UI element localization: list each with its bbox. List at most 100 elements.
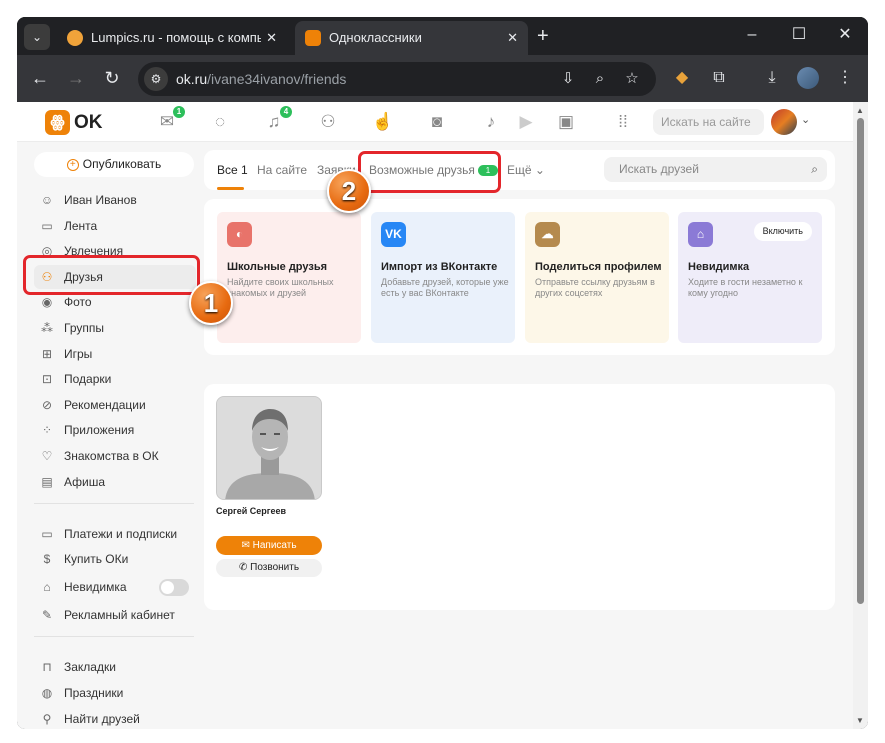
friends-list: Сергей Сергеев ✉ Написать ✆ Позвонить	[204, 384, 835, 610]
bookmark-star-icon[interactable]: ☆	[623, 70, 641, 88]
install-app-icon[interactable]: ⇩	[559, 70, 577, 88]
extensions-puzzle-icon[interactable]: ⧉	[708, 67, 730, 89]
person-icon: ☺	[40, 193, 54, 207]
tab-search-button[interactable]: ⌄	[24, 24, 50, 50]
step-marker-1: 1	[189, 281, 233, 325]
discussions-icon[interactable]: ◌	[208, 110, 232, 134]
music-icon[interactable]: ♪	[479, 110, 503, 134]
site-info-icon[interactable]: ⚙	[144, 67, 168, 91]
sidebar-item-groups[interactable]: ⁂ Группы	[34, 316, 196, 340]
chevron-down-icon[interactable]: ⌄	[801, 113, 810, 126]
promo-card-invisible[interactable]: ⌂ Включить Невидимка Ходите в гости неза…	[678, 212, 822, 343]
sidebar-item-apps[interactable]: ⁘ Приложения	[34, 418, 196, 442]
sidebar-item-label: Найти друзей	[64, 712, 140, 726]
new-tab-button[interactable]: +	[537, 22, 549, 50]
sidebar-item-label: Праздники	[64, 686, 124, 700]
tab-title: Lumpics.ru - помощь с компьютером	[91, 30, 261, 45]
sidebar-item-label: Невидимка	[64, 580, 127, 594]
notifications-badge: 4	[280, 106, 292, 118]
sidebar-item-payments[interactable]: ▭ Платежи и подписки	[34, 522, 196, 546]
extension-fox-icon[interactable]: ◆	[671, 67, 693, 89]
search-icon: ⌕	[811, 162, 818, 176]
dating-icon: ♡	[41, 449, 53, 463]
ok-logo-text[interactable]: OK	[74, 110, 103, 135]
sidebar-item-dating[interactable]: ♡ Знакомства в ОК	[34, 444, 196, 468]
sidebar-item-feed[interactable]: ▭ Лента	[34, 214, 196, 238]
back-icon[interactable]: ←	[29, 67, 51, 89]
sidebar-item-invisible[interactable]: ⌂ Невидимка	[34, 575, 196, 599]
promo-title: Невидимка	[688, 261, 750, 273]
sidebar-item-afisha[interactable]: ▤ Афиша	[34, 470, 196, 494]
promo-card-vk[interactable]: VK Импорт из ВКонтакте Добавьте друзей, …	[371, 212, 515, 343]
promo-card-school[interactable]: ◐ Школьные друзья Найдите своих школьных…	[217, 212, 361, 343]
sidebar-item-label: Группы	[64, 321, 104, 335]
plus-icon: +	[66, 158, 79, 171]
sidebar-item-gifts[interactable]: ⊡ Подарки	[34, 367, 196, 391]
messages-badge: 1	[173, 106, 185, 118]
feed-icon: ▭	[41, 219, 53, 233]
likes-icon[interactable]: ☝	[371, 110, 395, 134]
tab-title: Одноклассники	[329, 30, 422, 45]
tab-lumpics[interactable]: Lumpics.ru - помощь с компьютером ✕	[57, 21, 287, 55]
sidebar-item-recommendations[interactable]: ⊘ Рекомендации	[34, 393, 196, 417]
address-bar[interactable]: ⚙ ok.ru/ivane34ivanov/friends ⇩ ⌕ ☆	[138, 62, 656, 96]
sidebar-item-profile[interactable]: ☺ Иван Иванов	[34, 188, 196, 212]
friend-name[interactable]: Сергей Сергеев	[216, 506, 286, 516]
call-button[interactable]: ✆ Позвонить	[216, 559, 322, 577]
tab-strip: ⌄ Lumpics.ru - помощь с компьютером ✕ Од…	[17, 17, 868, 55]
tab-odnoklassniki[interactable]: Одноклассники ✕	[295, 21, 528, 55]
url-text[interactable]: ok.ru/ivane34ivanov/friends	[176, 62, 346, 96]
sidebar-item-holidays[interactable]: ◍ Праздники	[34, 681, 196, 705]
forward-icon[interactable]: →	[65, 67, 87, 89]
ok-logo-icon[interactable]: ꙮ	[45, 110, 70, 135]
scroll-down-icon[interactable]: ▼	[856, 716, 864, 725]
live-video-icon[interactable]: ▶	[514, 110, 538, 134]
share-icon: ☁	[535, 222, 560, 247]
friends-search-input[interactable]: Искать друзей ⌕	[604, 157, 827, 182]
user-avatar[interactable]	[771, 109, 797, 135]
sidebar-divider	[34, 503, 194, 504]
sidebar-item-buy-oki[interactable]: $ Купить ОКи	[34, 547, 196, 571]
invisible-toggle[interactable]	[159, 579, 189, 596]
tab-all[interactable]: Все 1	[217, 150, 248, 190]
downloads-icon[interactable]: ⤓	[761, 67, 783, 89]
tab-close-icon[interactable]: ✕	[266, 21, 277, 55]
promo-card-share[interactable]: ☁ Поделиться профилем Отправьте ссылку д…	[525, 212, 669, 343]
tab-close-icon[interactable]: ✕	[507, 21, 518, 55]
zoom-icon[interactable]: ⌕	[591, 70, 609, 88]
step-marker-2: 2	[327, 169, 371, 213]
sidebar-item-games[interactable]: ⊞ Игры	[34, 342, 196, 366]
messages-icon[interactable]: ✉ 1	[155, 106, 185, 134]
tab-online[interactable]: На сайте	[257, 150, 307, 190]
page-scrollbar[interactable]: ▲ ▼	[853, 102, 868, 729]
minimize-icon[interactable]: –	[742, 25, 762, 45]
reload-icon[interactable]: ↻	[101, 67, 123, 89]
button-label: Позвонить	[250, 562, 300, 573]
chevron-down-icon: ⌄	[534, 163, 545, 177]
notifications-icon[interactable]: ♫ 4	[262, 106, 292, 134]
sidebar-item-find-friends[interactable]: ⚲ Найти друзей	[34, 707, 196, 729]
friend-avatar[interactable]	[216, 396, 322, 500]
write-message-button[interactable]: ✉ Написать	[216, 536, 322, 555]
guests-icon[interactable]: ⚇	[316, 110, 340, 134]
enable-invisible-button[interactable]: Включить	[753, 222, 812, 241]
sidebar-item-label: Иван Иванов	[64, 193, 137, 207]
button-label: Написать	[252, 540, 297, 551]
browser-window: ⌄ Lumpics.ru - помощь с компьютером ✕ Од…	[17, 17, 868, 729]
sidebar-item-ads[interactable]: ✎ Рекламный кабинет	[34, 603, 196, 627]
publish-button[interactable]: + Опубликовать	[34, 152, 194, 177]
browser-menu-icon[interactable]: ⋮	[834, 67, 856, 89]
profile-avatar[interactable]	[797, 67, 819, 89]
sidebar-item-bookmarks[interactable]: ⊓ Закладки	[34, 655, 196, 679]
close-window-icon[interactable]: ✕	[835, 25, 855, 45]
site-search-input[interactable]: Искать на сайте	[653, 109, 764, 135]
sidebar-item-label: Подарки	[64, 372, 112, 386]
maximize-icon[interactable]: ☐	[789, 25, 809, 45]
scrollbar-thumb[interactable]	[857, 118, 864, 604]
calendar-icon[interactable]: ▣	[554, 110, 578, 134]
video-icon[interactable]: ◙	[425, 110, 449, 134]
browser-toolbar: ← → ↻ ⚙ ok.ru/ivane34ivanov/friends ⇩ ⌕ …	[17, 55, 868, 102]
tab-more[interactable]: Ещё ⌄	[507, 150, 545, 190]
scroll-up-icon[interactable]: ▲	[856, 106, 864, 115]
apps-grid-icon[interactable]: ⁞⁞	[611, 110, 635, 134]
